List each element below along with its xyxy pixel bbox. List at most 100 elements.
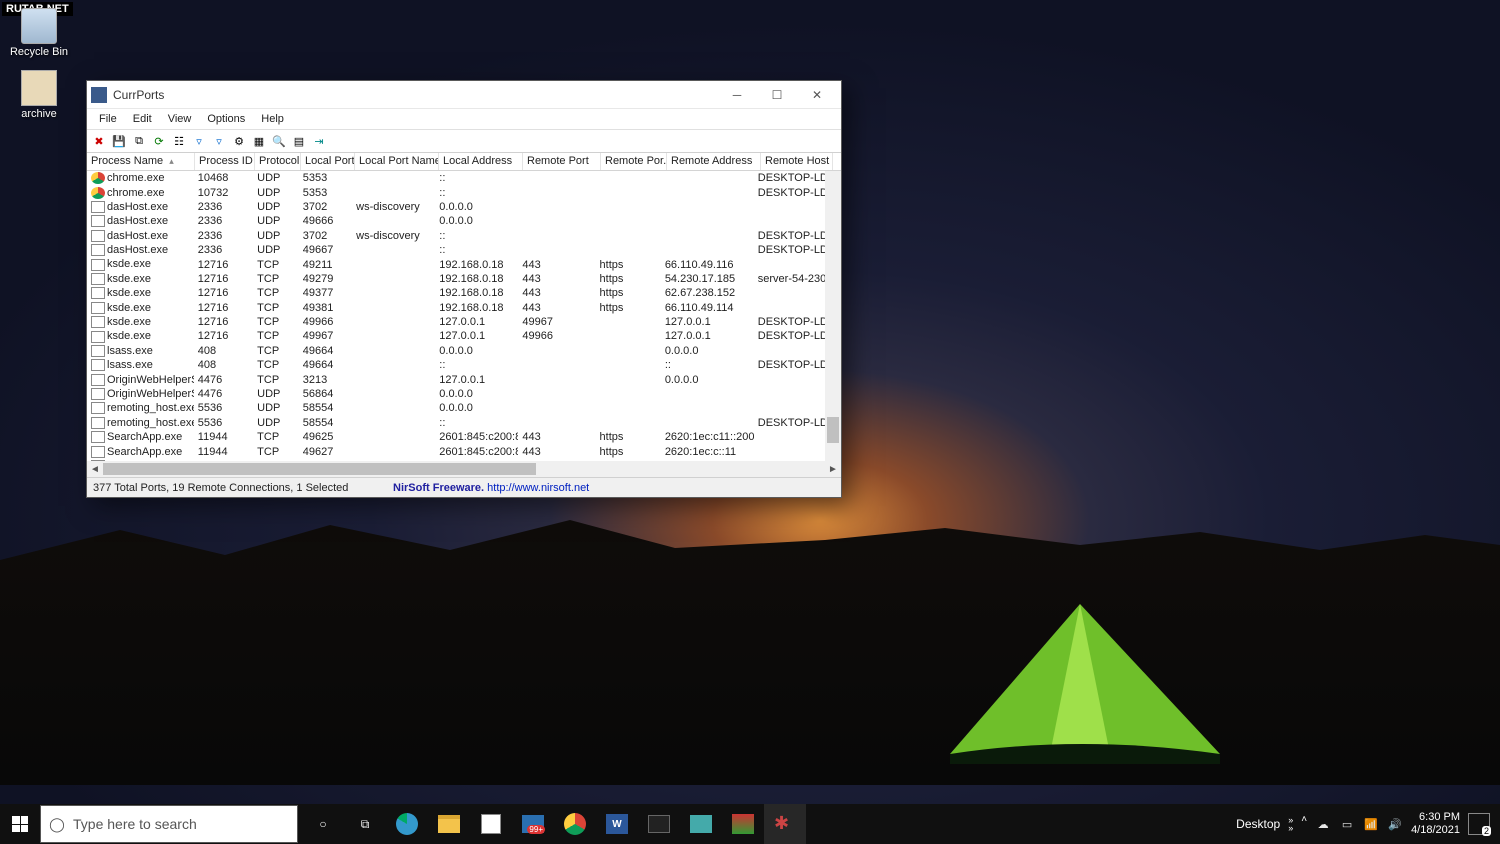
table-row[interactable]: OriginWebHelperSer...4476TCP3213127.0.0.…: [87, 372, 825, 386]
menu-edit[interactable]: Edit: [125, 111, 160, 127]
app-word[interactable]: W: [596, 804, 638, 844]
table-row[interactable]: remoting_host.exe5536UDP585540.0.0.0: [87, 401, 825, 415]
table-row[interactable]: chrome.exe10732UDP5353::DESKTOP-LD7Q1: [87, 185, 825, 199]
menu-file[interactable]: File: [91, 111, 125, 127]
table-row[interactable]: dasHost.exe2336UDP3702ws-discovery0.0.0.…: [87, 200, 825, 214]
table-row[interactable]: ksde.exe12716TCP49377192.168.0.18443http…: [87, 286, 825, 300]
table-row[interactable]: dasHost.exe2336UDP3702ws-discovery::DESK…: [87, 229, 825, 243]
process-icon: [91, 345, 105, 357]
taskbar-clock[interactable]: 6:30 PM 4/18/2021: [1411, 811, 1460, 837]
col-remote-port[interactable]: Remote Port: [523, 153, 601, 170]
toolbar-exit-icon[interactable]: ⇥: [311, 133, 327, 149]
process-icon: [91, 374, 105, 386]
grid-header: Process Name ▴ Process ID Protocol Local…: [87, 153, 841, 171]
taskbar-search[interactable]: ◯ Type here to search: [40, 805, 298, 843]
system-tray: Desktop »» ˄ ☁ ▭ 📶 🔊 6:30 PM 4/18/2021 2: [1236, 811, 1500, 837]
toolbar-process-icon[interactable]: ▦: [251, 133, 267, 149]
table-row[interactable]: chrome.exe10468UDP5353::DESKTOP-LD7Q1: [87, 171, 825, 185]
process-icon: [91, 273, 105, 285]
recycle-bin-icon: [21, 8, 57, 44]
toolbar-refresh-icon[interactable]: ⟳: [151, 133, 167, 149]
action-center-button[interactable]: 2: [1468, 813, 1490, 835]
process-icon: [91, 172, 105, 184]
cortana-button[interactable]: ○: [302, 804, 344, 844]
toolbar-save-icon[interactable]: 💾: [111, 133, 127, 149]
close-button[interactable]: ✕: [797, 82, 837, 108]
col-process-name[interactable]: Process Name ▴: [87, 153, 195, 170]
table-row[interactable]: SearchApp.exe11944TCP496272601:845:c200:…: [87, 444, 825, 458]
table-row[interactable]: ksde.exe12716TCP49279192.168.0.18443http…: [87, 272, 825, 286]
table-row[interactable]: lsass.exe408TCP496640.0.0.00.0.0.0: [87, 344, 825, 358]
col-remote-address[interactable]: Remote Address: [667, 153, 761, 170]
hscroll-thumb[interactable]: [103, 463, 536, 475]
horizontal-scrollbar[interactable]: ◄ ►: [87, 461, 841, 477]
toolbar-copy-icon[interactable]: ⧉: [131, 133, 147, 149]
tray-overflow-icon[interactable]: ˄: [1301, 814, 1307, 825]
grid-body[interactable]: chrome.exe10468UDP5353::DESKTOP-LD7Q1chr…: [87, 171, 825, 461]
table-row[interactable]: OriginWebHelperSer...4476UDP568640.0.0.0: [87, 387, 825, 401]
titlebar[interactable]: CurrPorts ─ ☐ ✕: [87, 81, 841, 109]
toolbar-report-icon[interactable]: ▤: [291, 133, 307, 149]
app-chrome[interactable]: [554, 804, 596, 844]
col-local-port-name[interactable]: Local Port Name: [355, 153, 439, 170]
onedrive-icon[interactable]: ☁: [1315, 816, 1331, 832]
maximize-button[interactable]: ☐: [757, 82, 797, 108]
col-local-address[interactable]: Local Address: [439, 153, 523, 170]
menu-view[interactable]: View: [160, 111, 200, 127]
task-view-button[interactable]: ⧉: [344, 804, 386, 844]
table-row[interactable]: remoting_host.exe5536UDP58554::DESKTOP-L…: [87, 416, 825, 430]
toolbar-close-icon[interactable]: ✖: [91, 133, 107, 149]
nirsoft-link[interactable]: http://www.nirsoft.net: [487, 482, 589, 494]
hscroll-left-icon[interactable]: ◄: [87, 464, 103, 475]
app-store[interactable]: [470, 804, 512, 844]
process-icon: [91, 215, 105, 227]
desktop-icon-archive[interactable]: archive: [4, 70, 74, 120]
table-row[interactable]: ksde.exe12716TCP49381192.168.0.18443http…: [87, 301, 825, 315]
process-icon: [91, 287, 105, 299]
desktop-toolbar-chevrons[interactable]: »»: [1288, 816, 1293, 832]
table-row[interactable]: ksde.exe12716TCP49966127.0.0.149967127.0…: [87, 315, 825, 329]
menu-help[interactable]: Help: [253, 111, 292, 127]
table-row[interactable]: ksde.exe12716TCP49211192.168.0.18443http…: [87, 257, 825, 271]
start-button[interactable]: [0, 804, 40, 844]
col-remote-port-name[interactable]: Remote Por...: [601, 153, 667, 170]
toolbar-filter1-icon[interactable]: ▿: [191, 133, 207, 149]
col-process-id[interactable]: Process ID: [195, 153, 255, 170]
col-remote-host[interactable]: Remote Host Na ˄: [761, 153, 833, 170]
table-row[interactable]: dasHost.exe2336UDP49667::DESKTOP-LD7Q1: [87, 243, 825, 257]
vertical-scrollbar[interactable]: [825, 171, 841, 461]
app-misc1[interactable]: [680, 804, 722, 844]
app-icon: [91, 87, 107, 103]
battery-icon[interactable]: ▭: [1339, 816, 1355, 832]
app-explorer[interactable]: [428, 804, 470, 844]
wifi-icon[interactable]: 📶: [1363, 816, 1379, 832]
table-row[interactable]: lsass.exe408TCP49664::::DESKTOP-LD7Q1: [87, 358, 825, 372]
toolbar-options-icon[interactable]: ⚙: [231, 133, 247, 149]
toolbar-find-icon[interactable]: 🔍: [271, 133, 287, 149]
col-local-port[interactable]: Local Port: [301, 153, 355, 170]
app-terminal[interactable]: [638, 804, 680, 844]
desktop-toolbar-label[interactable]: Desktop: [1236, 817, 1280, 831]
process-icon: [91, 201, 105, 213]
wallpaper-mountains: [0, 520, 1500, 785]
process-icon: [91, 244, 105, 256]
table-row[interactable]: SearchApp.exe11944TCP496252601:845:c200:…: [87, 430, 825, 444]
toolbar-filter2-icon[interactable]: ▿: [211, 133, 227, 149]
table-row[interactable]: dasHost.exe2336UDP496660.0.0.0: [87, 214, 825, 228]
app-misc3[interactable]: ✱: [764, 804, 806, 844]
menu-options[interactable]: Options: [199, 111, 253, 127]
minimize-button[interactable]: ─: [717, 82, 757, 108]
app-mail[interactable]: 99+: [512, 804, 554, 844]
app-misc2[interactable]: [722, 804, 764, 844]
app-edge[interactable]: [386, 804, 428, 844]
desktop-icon-recycle-bin[interactable]: Recycle Bin: [4, 8, 74, 58]
table-row[interactable]: ksde.exe12716TCP49967127.0.0.149966127.0…: [87, 329, 825, 343]
volume-icon[interactable]: 🔊: [1387, 816, 1403, 832]
vscroll-thumb[interactable]: [827, 417, 839, 443]
hscroll-right-icon[interactable]: ►: [825, 464, 841, 475]
toolbar-properties-icon[interactable]: ☷: [171, 133, 187, 149]
process-icon: [91, 331, 105, 343]
col-protocol[interactable]: Protocol: [255, 153, 301, 170]
process-icon: [91, 431, 105, 443]
statusbar: 377 Total Ports, 19 Remote Connections, …: [87, 477, 841, 497]
